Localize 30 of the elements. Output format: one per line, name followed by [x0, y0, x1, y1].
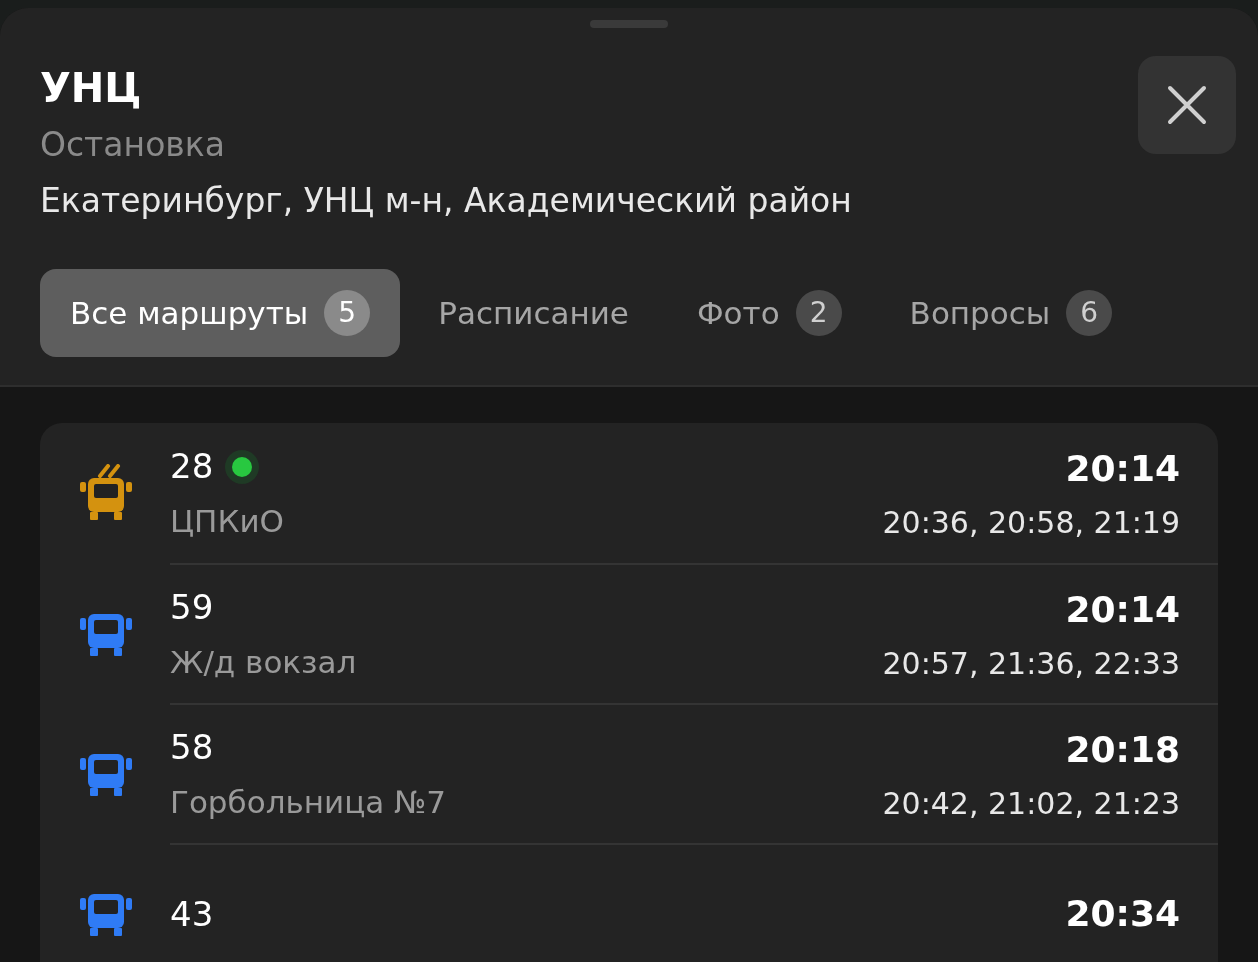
tab[interactable]: Вопросы 6	[879, 269, 1143, 357]
later-departures: 20:57, 21:36, 22:33	[882, 644, 1180, 683]
count-badge: 5	[324, 290, 371, 336]
route-row[interactable]: 58 Горбольница №7 20:18 20:42, 21:02, 21:23	[40, 703, 1218, 843]
route-destination: Горбольница №7	[170, 783, 447, 823]
route-destination: Ж/д вокзал	[170, 643, 357, 683]
tab[interactable]: Все маршруты 5	[40, 269, 401, 357]
next-departure: 20:14	[1065, 446, 1180, 491]
next-departure: 20:14	[1065, 587, 1180, 632]
later-departures: 20:36, 20:58, 21:19	[882, 503, 1180, 542]
route-number: 58	[170, 726, 214, 770]
next-departure: 20:34	[1065, 892, 1180, 936]
tab[interactable]: Фото 2	[666, 269, 872, 357]
count-badge: 6	[1066, 290, 1113, 336]
route-number: 43	[170, 892, 214, 936]
stop-type: Остановка	[40, 124, 226, 166]
route-row[interactable]: 43 20:34	[40, 843, 1218, 962]
stop-address: Екатеринбург, УНЦ м-н, Академический район	[40, 179, 852, 222]
later-departures: 20:42, 21:02, 21:23	[882, 784, 1180, 823]
next-departure: 20:18	[1065, 727, 1180, 772]
route-row[interactable]: 28 ЦПКиО 20:14 20:36, 20:58, 21:19	[40, 423, 1218, 563]
route-number: 59	[170, 586, 214, 630]
tab[interactable]: Расписание	[408, 269, 659, 357]
close-button[interactable]	[1138, 56, 1236, 154]
route-number: 28	[170, 445, 214, 489]
close-icon	[1167, 85, 1207, 125]
route-row[interactable]: 59 Ж/д вокзал 20:14 20:57, 21:36, 22:33	[40, 563, 1218, 703]
stop-title: УНЦ	[40, 68, 143, 108]
count-badge: 2	[795, 290, 842, 336]
route-destination: ЦПКиО	[170, 502, 284, 542]
